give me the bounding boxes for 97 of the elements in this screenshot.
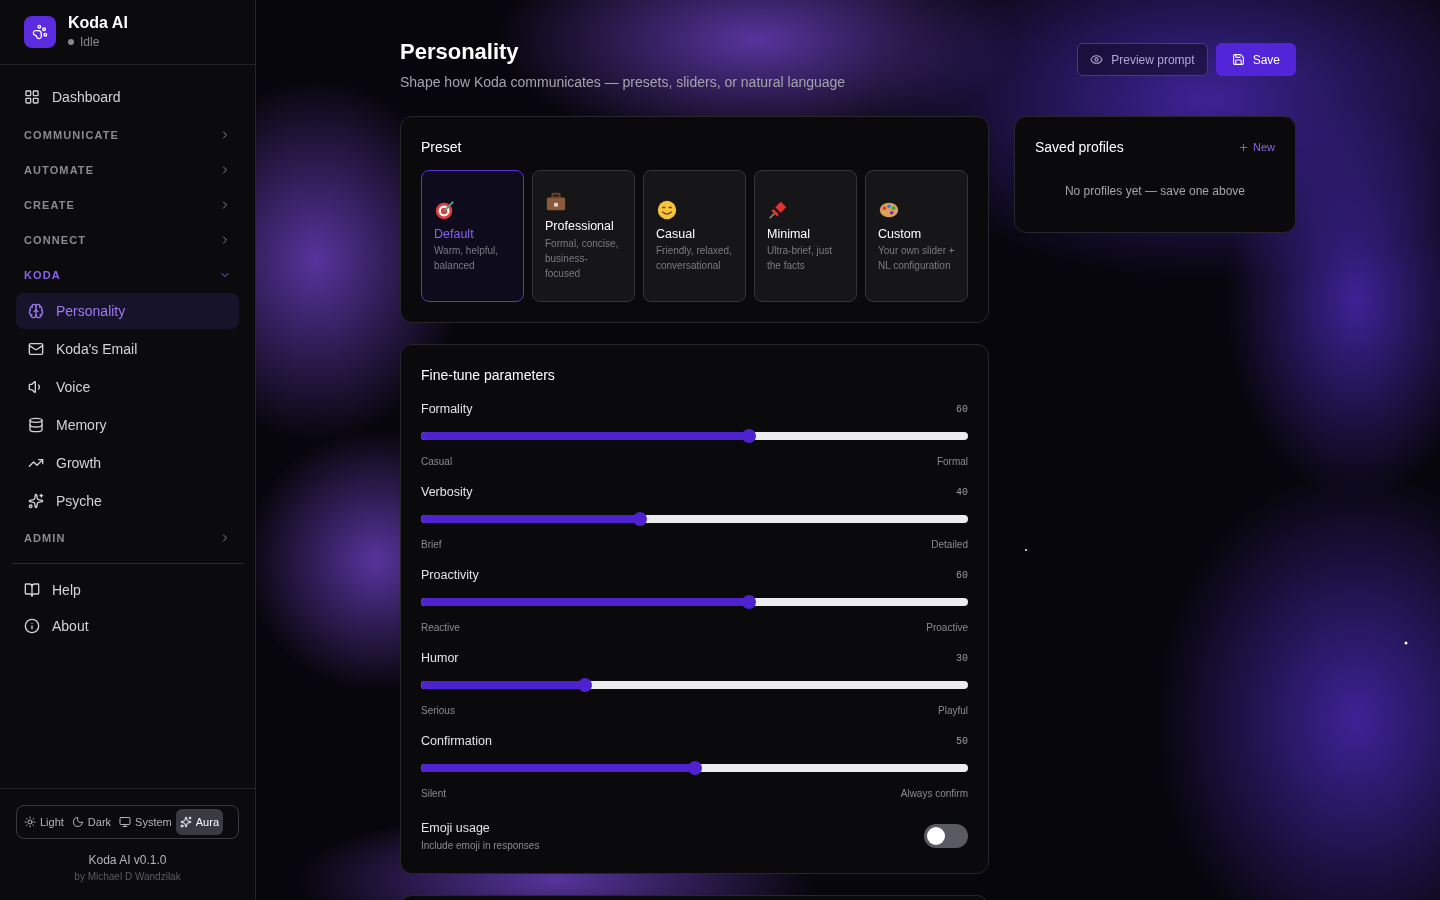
database-icon: [28, 417, 44, 433]
sparkles-icon: [179, 816, 192, 828]
nav-item[interactable]: Psyche: [16, 483, 239, 519]
preset-option[interactable]: Professional Formal, concise, business-focused: [532, 170, 635, 302]
preview-button[interactable]: Preview prompt: [1077, 43, 1208, 76]
slider-label: Humor: [421, 650, 459, 667]
nav-section[interactable]: KODA: [16, 258, 239, 292]
preset-option[interactable]: Casual Friendly, relaxed, conversational: [643, 170, 746, 302]
empty-message: No profiles yet — save one above: [1063, 183, 1247, 200]
smiley-icon: [656, 198, 678, 221]
version-text: Koda AI v0.1.0: [88, 852, 167, 869]
slider-min-label: Casual: [421, 454, 453, 469]
slider-min-label: Silent: [421, 786, 446, 801]
status-text: Idle: [80, 34, 100, 51]
plus-icon: [1238, 142, 1249, 153]
preset-description: Ultra-brief, just the facts: [767, 244, 833, 274]
new-profile-button[interactable]: New: [1238, 139, 1275, 156]
slider-thumb[interactable]: [742, 428, 757, 443]
book-icon: [24, 582, 40, 598]
toggle-description: Include emoji in responses: [421, 838, 540, 853]
theme-option[interactable]: Dark: [67, 809, 116, 835]
slider-max-label: Always confirm: [900, 786, 968, 801]
nav-item[interactable]: Dashboard: [16, 77, 239, 117]
preset-description: Warm, helpful, balanced: [434, 244, 500, 274]
slider-thumb[interactable]: [687, 760, 702, 775]
slider-value: 60: [956, 402, 968, 417]
slider-min-label: Reactive: [421, 620, 460, 635]
slider-max-label: Detailed: [931, 537, 968, 552]
toggle-label: Emoji usage: [421, 820, 491, 837]
slider-label: Proactivity: [421, 567, 479, 584]
preset-name: Casual: [656, 225, 695, 243]
slider-track[interactable]: [421, 597, 968, 606]
nav-item[interactable]: Koda's Email: [16, 331, 239, 367]
slider-label: Verbosity: [421, 484, 473, 501]
info-icon: [24, 618, 40, 634]
page-title: Personality: [400, 38, 520, 66]
preset-name: Default: [434, 225, 474, 243]
nav-item[interactable]: Personality: [16, 293, 239, 329]
nav-item[interactable]: Help: [16, 572, 239, 608]
card-title: Saved profiles: [1035, 138, 1124, 157]
slider-max-label: Proactive: [926, 620, 968, 635]
slider-track[interactable]: [421, 431, 968, 440]
slider-max-label: Playful: [938, 703, 968, 718]
preset-name: Professional: [545, 218, 614, 236]
monitor-icon: [119, 816, 132, 828]
sun-icon: [24, 816, 36, 828]
app-name: Koda AI: [68, 13, 128, 33]
moon-icon: [71, 816, 84, 828]
paw-icon: [32, 24, 48, 40]
card-title: Fine-tune parameters: [421, 366, 556, 385]
brain-icon: [28, 303, 44, 319]
mail-icon: [28, 341, 44, 357]
slider-thumb[interactable]: [578, 677, 593, 692]
nav-section[interactable]: CONNECT: [16, 223, 239, 257]
slider-value: 40: [956, 485, 968, 500]
slider-min-label: Brief: [421, 537, 442, 552]
slider-track[interactable]: [421, 514, 968, 523]
preset-description: Friendly, relaxed, conversational: [656, 244, 733, 274]
card-title: Preset: [421, 138, 463, 157]
target-icon: [434, 198, 456, 221]
slider-thumb[interactable]: [742, 594, 757, 609]
theme-option[interactable]: Light: [20, 809, 68, 835]
preset-name: Minimal: [767, 225, 811, 243]
nav-section[interactable]: AUTOMATE: [16, 153, 239, 187]
preset-option[interactable]: Custom Your own slider + NL configuration: [865, 170, 968, 302]
save-button[interactable]: Save: [1215, 43, 1296, 76]
nav-item[interactable]: Voice: [16, 369, 239, 405]
slider-label: Formality: [421, 401, 473, 418]
slider-thumb[interactable]: [632, 511, 647, 526]
grid-icon: [24, 89, 40, 105]
preset-option[interactable]: Minimal Ultra-brief, just the facts: [754, 170, 857, 302]
nav-item[interactable]: Growth: [16, 445, 239, 481]
eye-icon: [1090, 53, 1104, 66]
slider-label: Confirmation: [421, 733, 492, 750]
page-subtitle: Shape how Koda communicates — presets, sliders, or natural language: [400, 73, 846, 92]
author-text: by Michael D Wandzilak: [74, 870, 181, 884]
preset-description: Formal, concise, business-focused: [545, 236, 620, 281]
slider-track[interactable]: [421, 680, 968, 689]
theme-option[interactable]: Aura: [175, 809, 224, 835]
nav-section[interactable]: COMMUNICATE: [16, 118, 239, 152]
slider-min-label: Serious: [421, 703, 455, 718]
slider-value: 60: [956, 568, 968, 583]
preset-description: Your own slider + NL configuration: [878, 244, 955, 274]
nav-section[interactable]: CREATE: [16, 188, 239, 222]
theme-option[interactable]: System: [115, 809, 176, 835]
save-icon: [1231, 53, 1245, 66]
nav-item[interactable]: About: [16, 608, 239, 644]
slider-value: 30: [956, 651, 968, 666]
slider-max-label: Formal: [936, 454, 968, 469]
preset-option[interactable]: Default Warm, helpful, balanced: [421, 170, 524, 302]
nav-item[interactable]: Memory: [16, 407, 239, 443]
preset-name: Custom: [878, 225, 922, 243]
sparkles-icon: [28, 493, 44, 509]
nav-section[interactable]: ADMIN: [16, 521, 239, 555]
slider-track[interactable]: [421, 763, 968, 772]
slider-value: 50: [956, 734, 968, 749]
emoji-toggle[interactable]: [924, 823, 968, 848]
